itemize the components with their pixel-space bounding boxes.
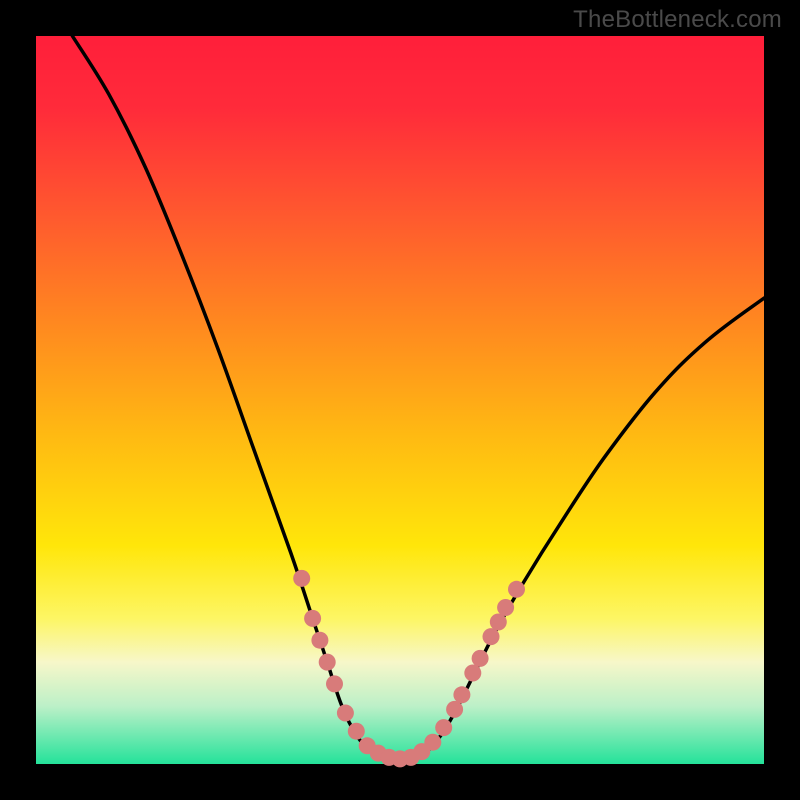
data-marker	[326, 675, 343, 692]
data-marker	[348, 723, 365, 740]
data-marker	[497, 599, 514, 616]
data-marker	[424, 734, 441, 751]
data-marker	[508, 581, 525, 598]
data-marker	[446, 701, 463, 718]
data-marker	[435, 719, 452, 736]
data-marker	[472, 650, 489, 667]
data-marker	[304, 610, 321, 627]
data-marker	[464, 665, 481, 682]
data-marker	[490, 614, 507, 631]
data-marker	[483, 628, 500, 645]
data-marker	[453, 686, 470, 703]
data-marker	[319, 654, 336, 671]
data-marker	[293, 570, 310, 587]
data-marker	[337, 705, 354, 722]
watermark-text: TheBottleneck.com	[573, 6, 782, 34]
bottleneck-chart	[0, 0, 800, 800]
plot-area	[36, 36, 764, 764]
chart-container: TheBottleneck.com	[0, 0, 800, 800]
data-marker	[311, 632, 328, 649]
